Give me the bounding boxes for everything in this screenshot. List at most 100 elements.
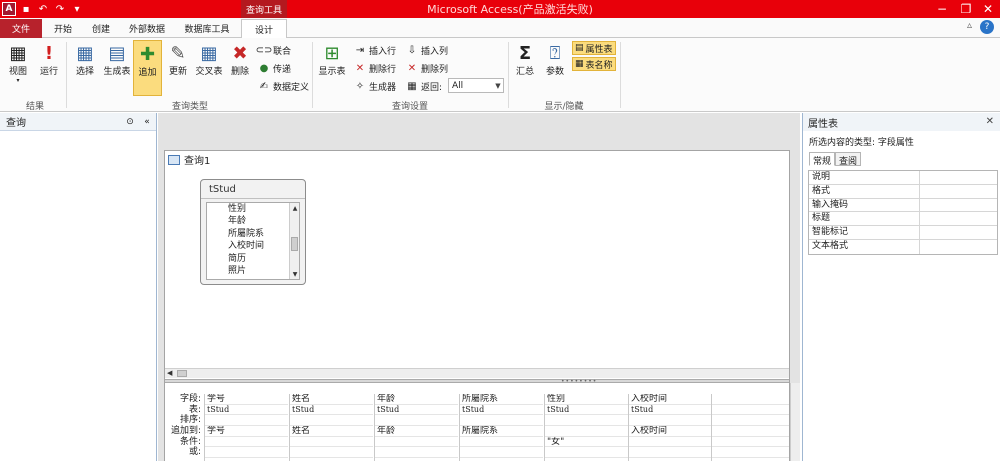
grid-cell-or[interactable] [545, 447, 628, 459]
restore-button[interactable]: ❐ [954, 0, 978, 18]
grid-cell-field[interactable]: 性别 [545, 394, 628, 405]
grid-cell-criteria[interactable] [290, 437, 373, 448]
grid-cell-or[interactable] [629, 447, 712, 459]
show-table-button[interactable]: ⊞ 显示表 [316, 42, 348, 78]
grid-column[interactable]: 姓名 tStud 姓名 [289, 394, 373, 461]
grid-column[interactable]: 入校时间 tStud 入校时间 [628, 394, 712, 461]
property-value[interactable] [920, 240, 997, 254]
tab-lookup[interactable]: 查阅 [835, 152, 862, 167]
tab-file[interactable]: 文件 [0, 19, 42, 38]
property-row[interactable]: 说明 [809, 171, 997, 185]
navigation-pane-header[interactable]: 查询 ⊙ « [0, 113, 156, 131]
grid-cell-table[interactable]: tStud [460, 405, 543, 416]
grid-cell-sort[interactable] [545, 415, 628, 427]
pane-splitter[interactable]: •••••••• [165, 379, 789, 385]
scroll-thumb[interactable] [291, 237, 298, 251]
insert-columns-button[interactable]: ⇩ 插入列 [406, 43, 448, 57]
grid-cell-table[interactable] [712, 405, 789, 416]
access-app-icon[interactable]: A [2, 2, 16, 16]
table-names-button[interactable]: ▦ 表名称 [572, 57, 616, 71]
totals-button[interactable]: Σ 汇总 [512, 42, 538, 78]
field-list-item[interactable]: 年龄 [207, 215, 299, 227]
grid-cell-field[interactable]: 学号 [205, 394, 288, 405]
passthrough-query-button[interactable]: ● 传递 [258, 61, 291, 75]
field-list-box[interactable]: 性别 年龄 所屬院系 入校时间 简历 照片 ▲ ▼ [206, 202, 300, 280]
chevron-down-icon[interactable]: ⊙ [124, 116, 136, 128]
field-list-tstud[interactable]: tStud 性别 年龄 所屬院系 入校时间 简历 照片 ▲ ▼ [200, 179, 306, 285]
grid-column[interactable]: 性别 tStud "女" [544, 394, 628, 461]
grid-cell-table[interactable]: tStud [629, 405, 712, 416]
minimize-ribbon-icon[interactable]: ▵ [967, 20, 972, 34]
grid-cell-sort[interactable] [290, 415, 373, 427]
grid-cell-or[interactable] [375, 447, 458, 459]
delete-query-button[interactable]: ✖ 删除 [228, 42, 252, 78]
tab-design[interactable]: 设计 [241, 19, 287, 39]
scroll-down-icon[interactable]: ▼ [290, 269, 300, 279]
grid-cell-append-to[interactable] [712, 426, 789, 437]
grid-cell-append-to[interactable]: 入校时间 [629, 426, 712, 437]
grid-cell-or[interactable] [205, 447, 288, 459]
property-row[interactable]: 智能标记 [809, 226, 997, 240]
select-query-button[interactable]: ▦ 选择 [72, 42, 98, 78]
field-list-item[interactable]: 入校时间 [207, 240, 299, 252]
property-row[interactable]: 文本格式 [809, 239, 997, 254]
append-query-button[interactable]: ✚ 追加 [133, 40, 162, 96]
union-query-button[interactable]: ⊂⊃ 联合 [256, 43, 291, 57]
data-definition-button[interactable]: ✍ 数据定义 [258, 79, 309, 93]
parameters-button[interactable]: ⍰ 参数 [542, 42, 568, 78]
collapse-pane-icon[interactable]: « [141, 116, 153, 128]
redo-icon[interactable]: ↷ [53, 2, 67, 16]
grid-cell-table[interactable]: tStud [205, 405, 288, 416]
property-value[interactable] [920, 199, 997, 212]
grid-cell-criteria[interactable] [375, 437, 458, 448]
grid-cell-field[interactable]: 所屬院系 [460, 394, 543, 405]
return-combo[interactable]: All ▼ [448, 78, 504, 93]
grid-cell-sort[interactable] [375, 415, 458, 427]
close-button[interactable]: ✕ [976, 0, 1000, 18]
grid-cell-criteria[interactable] [712, 437, 789, 448]
grid-cell-append-to[interactable]: 所屬院系 [460, 426, 543, 437]
grid-cell-field[interactable]: 姓名 [290, 394, 373, 405]
undo-icon[interactable]: ↶ [36, 2, 50, 16]
property-row[interactable]: 标题 [809, 212, 997, 227]
delete-rows-button[interactable]: ✕ 删除行 [354, 61, 396, 75]
crosstab-query-button[interactable]: ▦ 交叉表 [194, 42, 224, 78]
property-row[interactable]: 格式 [809, 184, 997, 199]
run-button[interactable]: ! 运行 [36, 42, 62, 78]
grid-cell-sort[interactable] [205, 415, 288, 427]
grid-cell-field[interactable] [712, 394, 789, 405]
grid-cell-criteria[interactable] [629, 437, 712, 448]
save-icon[interactable]: ▪ [19, 2, 33, 16]
grid-cell-sort[interactable] [712, 415, 789, 427]
grid-cell-append-to[interactable]: 姓名 [290, 426, 373, 437]
grid-cell-criteria[interactable]: "女" [545, 437, 628, 448]
tab-home[interactable]: 开始 [44, 19, 82, 38]
grid-cell-append-to[interactable] [545, 426, 628, 437]
update-query-button[interactable]: ✎ 更新 [166, 42, 190, 78]
builder-button[interactable]: ✧ 生成器 [354, 79, 396, 93]
field-list-item[interactable]: 所屬院系 [207, 228, 299, 240]
tab-database-tools[interactable]: 数据库工具 [176, 19, 238, 38]
grid-column[interactable]: 学号 tStud 学号 [204, 394, 288, 461]
grid-cell-field[interactable]: 入校时间 [629, 394, 712, 405]
tab-general[interactable]: 常规 [809, 152, 836, 167]
field-list-scrollbar[interactable]: ▲ ▼ [289, 203, 299, 279]
grid-cell-table[interactable]: tStud [290, 405, 373, 416]
grid-cell-or[interactable] [290, 447, 373, 459]
grid-cell-append-to[interactable]: 学号 [205, 426, 288, 437]
grid-cell-sort[interactable] [460, 415, 543, 427]
field-list-item[interactable]: 照片 [207, 265, 299, 277]
scroll-up-icon[interactable]: ▲ [290, 203, 300, 213]
grid-cell-criteria[interactable] [205, 437, 288, 448]
help-icon[interactable]: ? [980, 20, 994, 34]
design-grid-vertical-scrollbar[interactable] [790, 383, 800, 461]
scroll-left-icon[interactable]: ◀ [167, 369, 172, 377]
grid-cell-table[interactable]: tStud [545, 405, 628, 416]
customize-toolbar-icon[interactable]: ▾ [70, 2, 84, 16]
grid-cell-or[interactable] [460, 447, 543, 459]
property-value[interactable] [920, 212, 997, 225]
grid-column-empty[interactable] [711, 394, 789, 461]
delete-columns-button[interactable]: ✕ 删除列 [406, 61, 448, 75]
grid-cell-table[interactable]: tStud [375, 405, 458, 416]
grid-column[interactable]: 年龄 tStud 年龄 [374, 394, 458, 461]
